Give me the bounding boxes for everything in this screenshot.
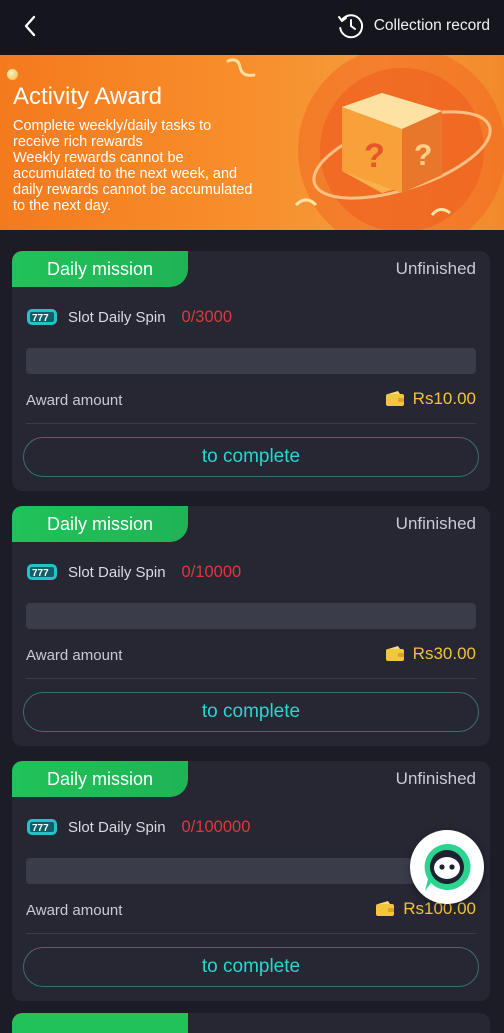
svg-text:?: ? xyxy=(364,137,385,175)
award-value: Rs10.00 xyxy=(412,389,476,408)
progress-bar xyxy=(26,348,476,374)
task-name: Slot Daily Spin xyxy=(68,563,166,581)
top-bar: Collection record xyxy=(0,0,504,55)
mission-card: Daily mission Unfinished 777 Slot Daily … xyxy=(12,251,490,491)
award-amount: Rs10.00 xyxy=(385,389,476,409)
banner-description-line: receive rich rewards xyxy=(13,134,143,150)
divider xyxy=(26,678,476,679)
award-label: Award amount xyxy=(26,392,123,409)
collection-record-label: Collection record xyxy=(373,17,490,34)
mystery-box-icon: ? ? xyxy=(294,55,504,230)
divider xyxy=(26,423,476,424)
to-complete-button[interactable]: to complete xyxy=(23,692,479,732)
mission-type-tag: Daily mission xyxy=(12,251,188,287)
award-label: Award amount xyxy=(26,902,123,919)
activity-award-banner: ? ? Activity Award Complete weekly/daily… xyxy=(0,55,504,230)
banner-description-line: to the next day. xyxy=(13,198,112,214)
mission-card-partial xyxy=(12,1013,490,1033)
wallet-icon xyxy=(385,646,404,661)
progress-bar xyxy=(26,858,476,884)
wallet-icon xyxy=(385,391,404,406)
mission-status: Unfinished xyxy=(395,769,476,788)
mission-status: Unfinished xyxy=(395,259,476,278)
award-row: Award amount Rs30.00 xyxy=(26,644,476,668)
task-progress: 0/3000 xyxy=(181,307,233,326)
award-amount: Rs100.00 xyxy=(375,899,476,919)
task-row: 777 Slot Daily Spin 0/3000 xyxy=(26,305,232,329)
task-name: Slot Daily Spin xyxy=(68,308,166,326)
mission-type-tag: Daily mission xyxy=(12,761,188,797)
banner-description: Complete weekly/daily tasks to receive r… xyxy=(13,118,303,214)
to-complete-button[interactable]: to complete xyxy=(23,437,479,477)
banner-title: Activity Award xyxy=(13,83,162,110)
mission-status: Unfinished xyxy=(395,514,476,533)
slot-777-icon: 777 xyxy=(27,309,57,325)
svg-text:777: 777 xyxy=(32,313,49,324)
task-progress: 0/100000 xyxy=(181,817,251,836)
banner-description-line: accumulated to the next week, and xyxy=(13,166,238,182)
chat-support-button[interactable] xyxy=(410,830,484,904)
banner-description-line: Complete weekly/daily tasks to xyxy=(13,118,212,134)
award-row: Award amount Rs10.00 xyxy=(26,389,476,413)
svg-text:777: 777 xyxy=(32,823,49,834)
task-row: 777 Slot Daily Spin 0/10000 xyxy=(26,560,241,584)
chat-bot-icon xyxy=(424,843,471,891)
slot-777-icon: 777 xyxy=(27,819,57,835)
award-row: Award amount Rs100.00 xyxy=(26,899,476,923)
progress-bar xyxy=(26,603,476,629)
divider xyxy=(26,933,476,934)
award-amount: Rs30.00 xyxy=(385,644,476,664)
banner-description-line: Weekly rewards cannot be xyxy=(13,150,184,166)
coin-decoration xyxy=(7,69,18,80)
wallet-icon xyxy=(376,901,395,916)
award-label: Award amount xyxy=(26,647,123,664)
task-row: 777 Slot Daily Spin 0/100000 xyxy=(26,815,250,839)
mission-type-tag: Daily mission xyxy=(12,506,188,542)
mission-card: Daily mission Unfinished 777 Slot Daily … xyxy=(12,506,490,746)
award-value: Rs30.00 xyxy=(412,644,476,663)
svg-text:777: 777 xyxy=(32,568,49,579)
svg-text:?: ? xyxy=(414,139,432,172)
banner-description-line: daily rewards cannot be accumulated xyxy=(13,182,253,198)
ribbon-decoration xyxy=(226,58,256,77)
collection-record-button[interactable]: Collection record xyxy=(336,10,490,42)
task-progress: 0/10000 xyxy=(181,562,242,581)
task-name: Slot Daily Spin xyxy=(68,818,166,836)
slot-777-icon: 777 xyxy=(27,564,57,580)
chevron-left-icon xyxy=(24,15,36,37)
history-clock-icon xyxy=(337,14,363,39)
mission-type-tag-partial xyxy=(12,1013,188,1033)
back-button[interactable] xyxy=(16,12,44,40)
to-complete-button[interactable]: to complete xyxy=(23,947,479,987)
